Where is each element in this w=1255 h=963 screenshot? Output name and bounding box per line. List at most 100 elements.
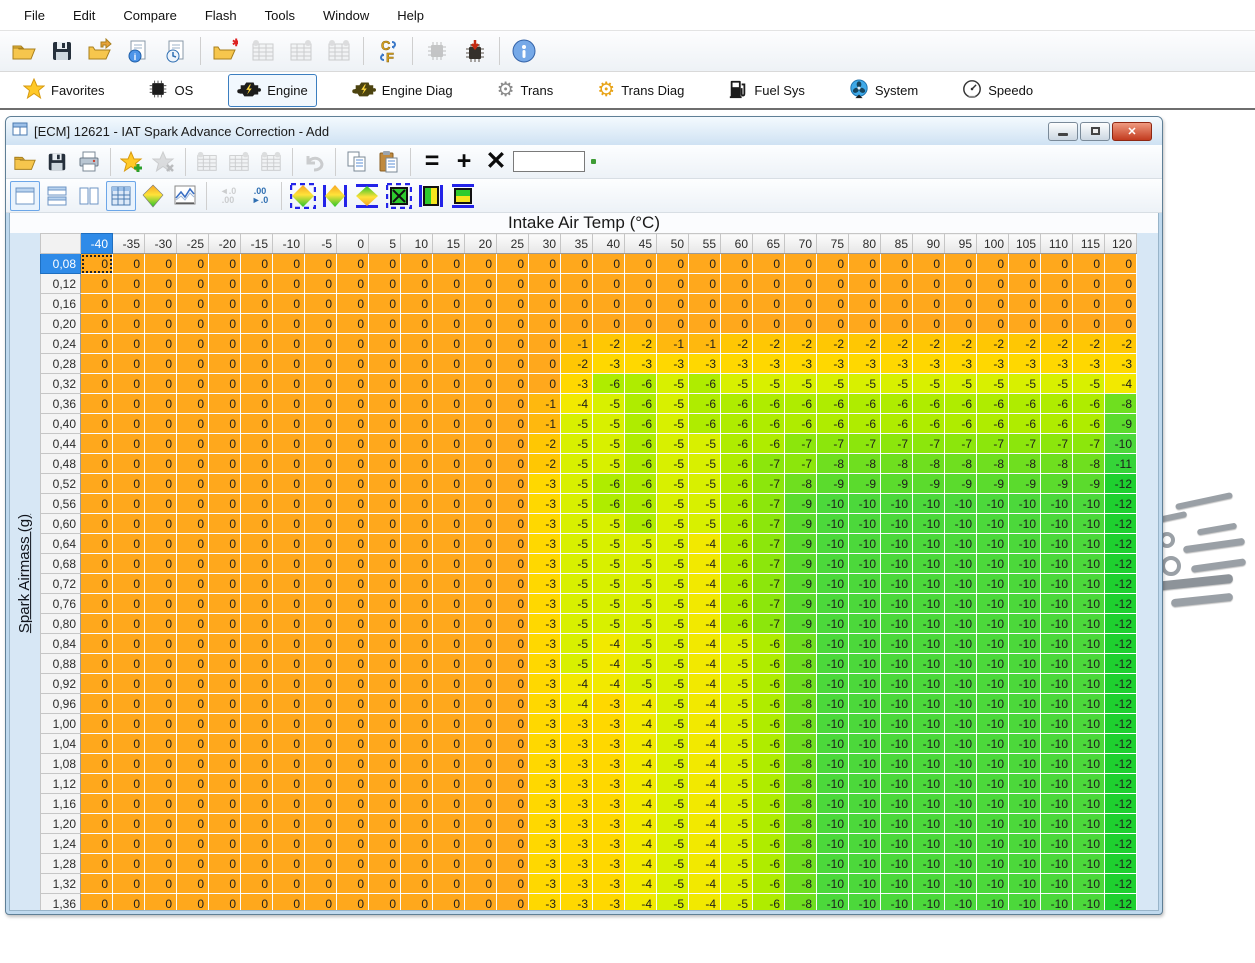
table-cell[interactable]: -10 bbox=[977, 854, 1009, 874]
table-cell[interactable]: 0 bbox=[1041, 294, 1073, 314]
table-cell[interactable]: 0 bbox=[209, 414, 241, 434]
table-cell[interactable]: -12 bbox=[1105, 674, 1137, 694]
table-cell[interactable]: -9 bbox=[785, 614, 817, 634]
table-cell[interactable]: 0 bbox=[369, 874, 401, 894]
table-cell[interactable]: 0 bbox=[849, 254, 881, 274]
table-cell[interactable]: -10 bbox=[849, 554, 881, 574]
table-cell[interactable]: -10 bbox=[1009, 874, 1041, 894]
paste-icon[interactable] bbox=[374, 147, 404, 177]
table-cell[interactable]: 0 bbox=[113, 294, 145, 314]
table-cell[interactable]: 0 bbox=[241, 534, 273, 554]
table-cell[interactable]: -10 bbox=[849, 814, 881, 834]
table-cell[interactable]: -5 bbox=[625, 554, 657, 574]
table-cell[interactable]: -10 bbox=[945, 654, 977, 674]
table-cell[interactable]: -10 bbox=[881, 554, 913, 574]
table-cell[interactable]: -5 bbox=[561, 454, 593, 474]
table-cell[interactable]: -3 bbox=[785, 354, 817, 374]
table-cell[interactable]: 0 bbox=[945, 254, 977, 274]
table-cell[interactable]: -5 bbox=[593, 434, 625, 454]
table-cell[interactable]: 0 bbox=[113, 254, 145, 274]
table-cell[interactable]: -12 bbox=[1105, 734, 1137, 754]
table-cell[interactable]: 0 bbox=[497, 314, 529, 334]
table-cell[interactable]: 0 bbox=[433, 814, 465, 834]
table-cell[interactable]: -10 bbox=[977, 534, 1009, 554]
table-cell[interactable]: 0 bbox=[273, 574, 305, 594]
table-cell[interactable]: 0 bbox=[465, 534, 497, 554]
table-cell[interactable]: -10 bbox=[977, 734, 1009, 754]
table-cell[interactable]: -10 bbox=[913, 894, 945, 912]
table-cell[interactable]: -8 bbox=[977, 454, 1009, 474]
table-cell[interactable]: -3 bbox=[1105, 354, 1137, 374]
table-cell[interactable]: -3 bbox=[529, 774, 561, 794]
table-cell[interactable]: -10 bbox=[945, 574, 977, 594]
table-cell[interactable]: -6 bbox=[593, 374, 625, 394]
table-cell[interactable]: 0 bbox=[177, 634, 209, 654]
table-cell[interactable]: -3 bbox=[529, 614, 561, 634]
close-button[interactable]: ✕ bbox=[1112, 122, 1152, 141]
table-cell[interactable]: -2 bbox=[817, 334, 849, 354]
table-cell[interactable]: -5 bbox=[689, 454, 721, 474]
table-cell[interactable]: -4 bbox=[561, 674, 593, 694]
save-icon[interactable] bbox=[42, 147, 72, 177]
table-cell[interactable]: -10 bbox=[849, 534, 881, 554]
table-cell[interactable]: -12 bbox=[1105, 694, 1137, 714]
table-cell[interactable]: 0 bbox=[401, 314, 433, 334]
table-cell[interactable]: 0 bbox=[241, 354, 273, 374]
table-cell[interactable]: -10 bbox=[1041, 794, 1073, 814]
table-cell[interactable]: -10 bbox=[945, 614, 977, 634]
table-cell[interactable]: -10 bbox=[817, 854, 849, 874]
table-cell[interactable]: -3 bbox=[881, 354, 913, 374]
table-cell[interactable]: -5 bbox=[657, 534, 689, 554]
row-header[interactable]: 0,80 bbox=[41, 614, 81, 634]
table-cell[interactable]: -1 bbox=[657, 334, 689, 354]
table-cell[interactable]: -10 bbox=[977, 614, 1009, 634]
table-cell[interactable]: 0 bbox=[273, 674, 305, 694]
table-cell[interactable]: -4 bbox=[689, 614, 721, 634]
table-cell[interactable]: -10 bbox=[1041, 674, 1073, 694]
table-cell[interactable]: 0 bbox=[273, 774, 305, 794]
table-cell[interactable]: 0 bbox=[369, 554, 401, 574]
column-header[interactable]: 105 bbox=[1009, 234, 1041, 254]
table-cell[interactable]: 0 bbox=[241, 474, 273, 494]
table-cell[interactable]: 0 bbox=[369, 534, 401, 554]
table-cell[interactable]: -2 bbox=[593, 334, 625, 354]
table-cell[interactable]: -10 bbox=[1073, 694, 1105, 714]
table-cell[interactable]: 0 bbox=[209, 614, 241, 634]
table-cell[interactable]: 0 bbox=[369, 614, 401, 634]
table-cell[interactable]: -2 bbox=[1009, 334, 1041, 354]
column-header[interactable]: 65 bbox=[753, 234, 785, 254]
table-cell[interactable]: 0 bbox=[113, 594, 145, 614]
table-cell[interactable]: -9 bbox=[945, 474, 977, 494]
table-cell[interactable]: -6 bbox=[721, 514, 753, 534]
table-cell[interactable]: 0 bbox=[753, 274, 785, 294]
row-header[interactable]: 1,08 bbox=[41, 754, 81, 774]
table-cell[interactable]: 0 bbox=[401, 454, 433, 474]
table-cell[interactable]: -5 bbox=[593, 454, 625, 474]
table-cell[interactable]: 0 bbox=[977, 294, 1009, 314]
table-cell[interactable]: -11 bbox=[1105, 454, 1137, 474]
table-cell[interactable]: -8 bbox=[785, 874, 817, 894]
table-cell[interactable]: -7 bbox=[1041, 434, 1073, 454]
table-cell[interactable]: -5 bbox=[657, 894, 689, 912]
table-cell[interactable]: -10 bbox=[945, 794, 977, 814]
table-cell[interactable]: -4 bbox=[689, 854, 721, 874]
table-cell[interactable]: -4 bbox=[625, 894, 657, 912]
table-cell[interactable]: -10 bbox=[1041, 894, 1073, 912]
table-cell[interactable]: 0 bbox=[305, 754, 337, 774]
table-cell[interactable]: 0 bbox=[273, 414, 305, 434]
table-cell[interactable]: 0 bbox=[1009, 254, 1041, 274]
open-folder-up-icon[interactable] bbox=[82, 33, 118, 69]
row-header[interactable]: 1,32 bbox=[41, 874, 81, 894]
table-cell[interactable]: 0 bbox=[273, 554, 305, 574]
table-cell[interactable]: -7 bbox=[753, 454, 785, 474]
table-cell[interactable]: -3 bbox=[529, 854, 561, 874]
table-cell[interactable]: -6 bbox=[593, 494, 625, 514]
table-cell[interactable]: -4 bbox=[561, 694, 593, 714]
menu-item-edit[interactable]: Edit bbox=[59, 3, 109, 28]
table-cell[interactable]: 0 bbox=[401, 394, 433, 414]
table-cell[interactable]: -6 bbox=[625, 494, 657, 514]
table-cell[interactable]: -6 bbox=[721, 394, 753, 414]
table-cell[interactable]: -5 bbox=[657, 374, 689, 394]
table-cell[interactable]: 0 bbox=[433, 554, 465, 574]
table-cell[interactable]: 0 bbox=[81, 294, 113, 314]
